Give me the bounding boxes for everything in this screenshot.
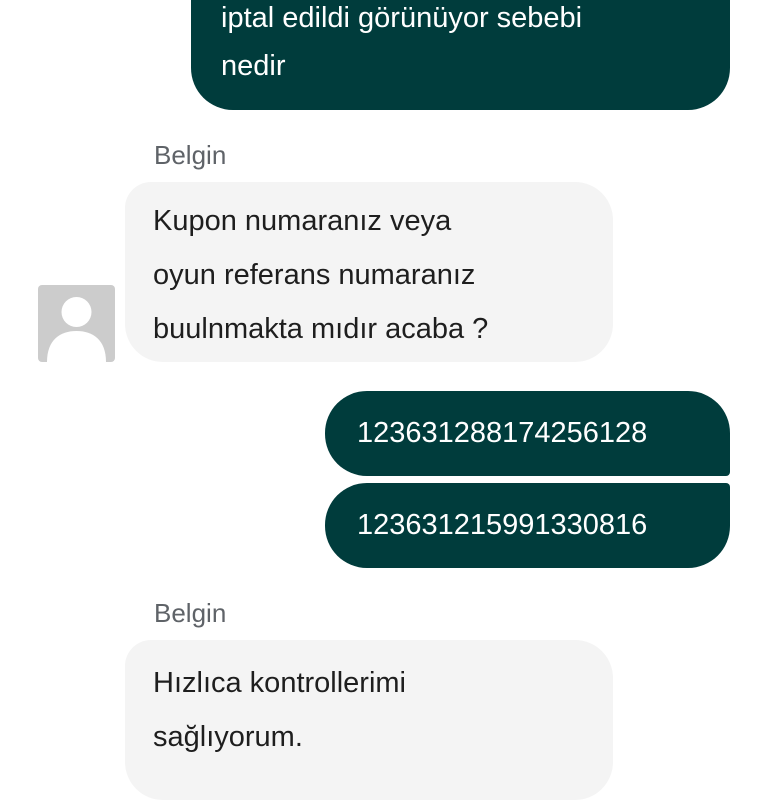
message-text-line: nedir xyxy=(221,50,286,82)
sender-name: Belgin xyxy=(154,140,227,170)
message-text-line: buulnmakta mıdır acaba ? xyxy=(153,313,489,345)
incoming-message-bubble[interactable]: Hızlıca kontrollerimi sağlıyorum. xyxy=(125,640,613,800)
message-text-line: Kupon numaranız veya xyxy=(153,205,452,237)
message-text-line: iptal edildi görünüyor sebebi xyxy=(221,2,583,34)
message-text-line: sağlıyorum. xyxy=(153,721,303,753)
outgoing-message-bubble[interactable]: iptal edildi görünüyor sebebi nedir xyxy=(191,0,730,110)
outgoing-message-bubble[interactable]: 123631215991330816 xyxy=(325,483,730,568)
sender-name: Belgin xyxy=(154,598,227,628)
chat-thread: iptal edildi görünüyor sebebi nedir Belg… xyxy=(0,0,768,800)
user-avatar-icon xyxy=(38,285,115,362)
message-text-line: 123631288174256128 xyxy=(357,417,648,449)
message-text-line: 123631215991330816 xyxy=(357,509,648,541)
incoming-message-bubble[interactable]: Kupon numaranız veya oyun referans numar… xyxy=(125,182,613,362)
message-text-line: Hızlıca kontrollerimi xyxy=(153,667,406,699)
outgoing-message-bubble[interactable]: 123631288174256128 xyxy=(325,391,730,476)
message-text-line: oyun referans numaranız xyxy=(153,259,476,291)
